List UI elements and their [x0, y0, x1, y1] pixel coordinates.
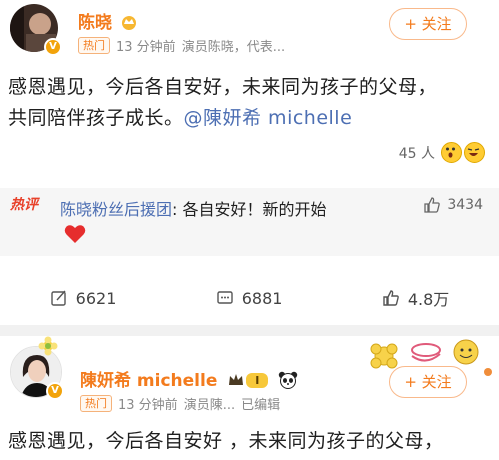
- hot-comment-box[interactable]: 热评 陈晓粉丝后援团: 各自安好！新的开始 3434: [0, 188, 499, 256]
- comment-icon: [217, 291, 233, 304]
- crown-icon: [121, 16, 136, 30]
- post-time: 13 分钟前: [118, 398, 178, 413]
- author-description: 演员陳...: [183, 398, 236, 413]
- hot-tag: 热门: [78, 37, 110, 54]
- repost-count: 6621: [75, 288, 117, 308]
- crown-icon: [229, 374, 244, 385]
- panda-icon: [279, 371, 298, 389]
- weibo-post-2: V 陳妍希 michelle I 热门 13 分钟前 演员陳... 已编辑 + …: [0, 336, 499, 460]
- repost-icon: [50, 290, 66, 306]
- weibo-post-1: V 陈晓 热门 13 分钟前 演员陈晓，代表... + 关注 感恩遇见，今后各自…: [0, 0, 499, 325]
- post-time: 13 分钟前: [116, 40, 176, 55]
- post-text-line-2: 共同陪伴孩子成长。@陳妍希 michelle: [8, 107, 353, 129]
- like-button[interactable]: 4.8万: [382, 286, 449, 310]
- comment-author[interactable]: 陈晓粉丝后援团: 各自安好！新的开始: [60, 196, 327, 220]
- post-meta: 热门 13 分钟前 演员陈晓，代表...: [78, 36, 285, 55]
- flower-badge-icon: [38, 336, 58, 356]
- post-body: 感恩遇见，今后各自安好，未来同为孩子的父母， 共同陪伴孩子成长。@陳妍希 mic…: [8, 72, 493, 134]
- follow-button[interactable]: + 关注: [389, 8, 467, 40]
- comment-count: 6881: [241, 288, 283, 308]
- reactions-count: 45 人: [398, 145, 435, 162]
- thumbs-up-icon: [424, 197, 441, 213]
- author-description: 演员陈晓，代表...: [181, 40, 286, 55]
- post-meta: 热门 13 分钟前 演员陳... 已编辑: [80, 394, 280, 413]
- repost-button[interactable]: 6621: [50, 288, 117, 308]
- verified-icon: V: [46, 382, 64, 400]
- reactions-row[interactable]: 45 人: [399, 142, 485, 163]
- vip-badge: I: [227, 372, 269, 388]
- post-text-line-1: 感恩遇见，今后各自安好，未来同为孩子的父母，: [8, 76, 438, 98]
- author-name[interactable]: 陈晓: [78, 8, 138, 33]
- author-name[interactable]: 陳妍希 michelle I: [80, 366, 298, 391]
- post-text-line-1: 感恩遇见，今后各自安好 ，未来同为孩子的父母，: [8, 430, 444, 452]
- follow-button[interactable]: + 关注: [389, 366, 467, 398]
- hot-tag: 热门: [80, 395, 112, 412]
- hot-comment-label: 热评: [10, 197, 38, 213]
- comment-button[interactable]: 6881: [216, 288, 283, 308]
- comment-text: : 各自安好！新的开始: [172, 200, 327, 219]
- mention-link[interactable]: @陳妍希 michelle: [184, 107, 353, 129]
- verified-icon: V: [44, 38, 62, 56]
- laughing-emoji-icon: [464, 142, 485, 163]
- comment-like-count: 3434: [447, 197, 483, 213]
- thumbs-up-icon: [383, 290, 399, 306]
- surprised-emoji-icon: [441, 142, 462, 163]
- edited-label: 已编辑: [241, 398, 281, 413]
- post-body: 感恩遇见，今后各自安好 ，未来同为孩子的父母，: [8, 426, 493, 457]
- like-count: 4.8万: [407, 290, 450, 309]
- comment-like-button[interactable]: 3434: [423, 196, 483, 214]
- heart-icon: [64, 225, 86, 243]
- post-actions: 6621 6881 4.8万: [0, 280, 499, 316]
